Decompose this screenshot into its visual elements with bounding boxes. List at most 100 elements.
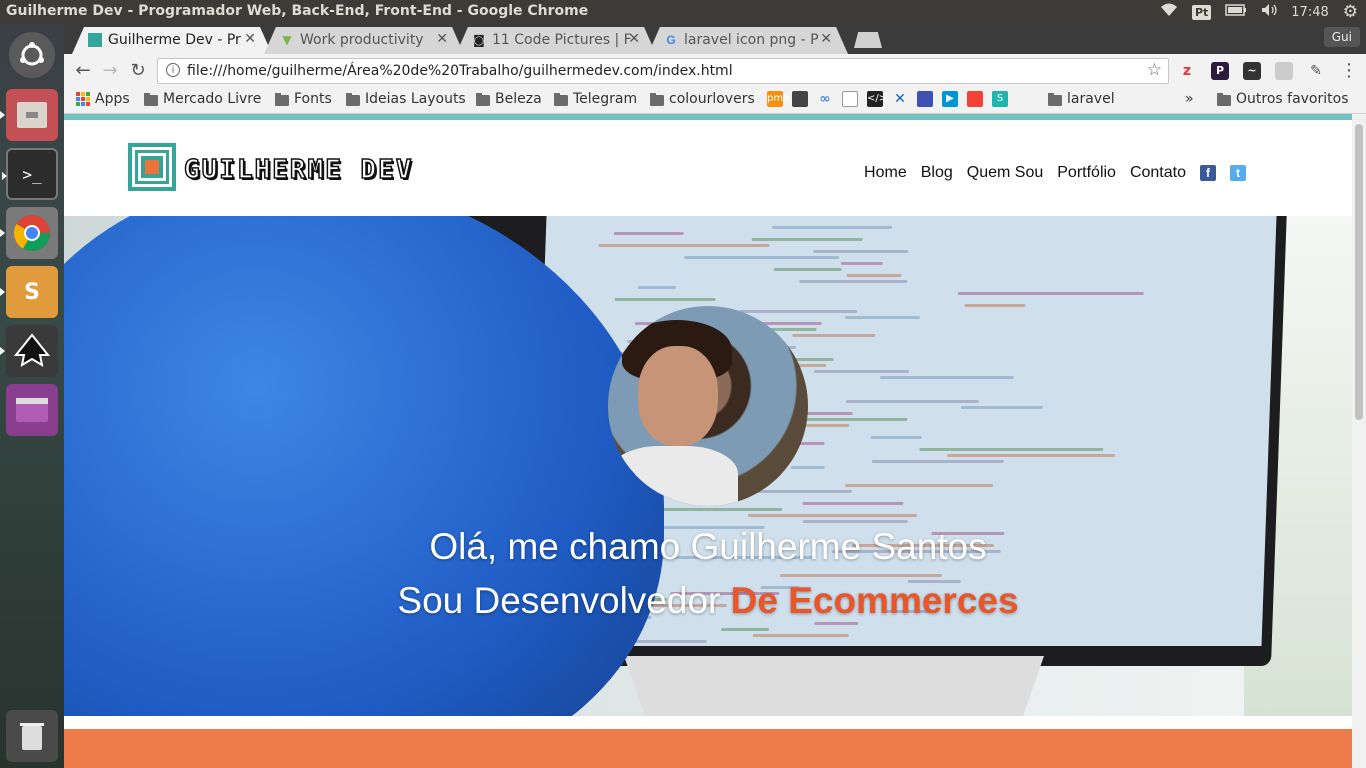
avatar-bookmark-icon[interactable] <box>792 91 808 107</box>
hero-tagline: Sou Desenvolvedor De Ecommerces <box>64 580 1352 622</box>
logo-maze-icon[interactable] <box>128 143 176 191</box>
bookmark-label: Outros favoritos <box>1236 91 1349 107</box>
hero-tagline-prefix: Sou Desenvolvedor <box>397 580 721 621</box>
reload-button[interactable]: ↻ <box>127 60 149 82</box>
page-icon[interactable] <box>842 91 858 107</box>
chrome-menu-icon[interactable]: ⋮ <box>1340 60 1358 81</box>
bookmark-star-icon[interactable]: ☆ <box>1147 60 1162 80</box>
scrollbar-thumb[interactable] <box>1355 124 1363 420</box>
hero-banner: Olá, me chamo Guilherme Santos Sou Desen… <box>64 216 1352 716</box>
extension-eyedropper-icon[interactable]: ✎ <box>1307 62 1325 80</box>
bookmark-label: Mercado Livre <box>163 91 262 107</box>
tab-label: laravel icon png - P <box>684 32 819 48</box>
sublime-text-icon[interactable]: S <box>0 266 58 318</box>
keyboard-layout-indicator[interactable]: Pt <box>1191 4 1212 20</box>
bookmark-folder-mercado-livre[interactable]: Mercado Livre <box>144 91 261 107</box>
hero-greeting: Olá, me chamo Guilherme Santos <box>429 526 987 567</box>
ubuntu-dash-icon[interactable] <box>9 32 55 78</box>
play-icon[interactable]: ▶ <box>942 91 958 107</box>
hero-monitor-stand <box>624 656 1044 716</box>
bookmark-label: colourlovers <box>669 91 755 107</box>
tab-strip: Guilherme Dev - Pr ✕ ▼ Work productivity… <box>64 24 1366 54</box>
volume-icon[interactable] <box>1261 3 1277 21</box>
unity-launcher: >_ S <box>0 24 64 768</box>
info-icon[interactable]: i <box>166 63 180 77</box>
inkscape-icon[interactable] <box>0 325 58 377</box>
files-icon[interactable] <box>0 89 58 141</box>
url-text[interactable]: file:///home/guilherme/Área%20de%20Traba… <box>187 63 733 79</box>
extension-window-icon[interactable] <box>1275 62 1293 80</box>
bookmark-folder-other[interactable]: Outros favoritos <box>1217 91 1349 107</box>
folder-icon <box>1048 92 1062 106</box>
nav-portfolio[interactable]: Portfólio <box>1057 164 1116 182</box>
page-scrollbar[interactable] <box>1352 114 1366 768</box>
tab-guilherme-dev[interactable]: Guilherme Dev - Pr ✕ <box>72 27 272 54</box>
x-logo-icon[interactable]: ✕ <box>892 91 908 107</box>
popcorn-icon[interactable] <box>967 91 983 107</box>
trash-icon[interactable] <box>6 710 58 762</box>
google-icon: G <box>666 33 676 47</box>
profile-button[interactable]: Gui <box>1323 27 1360 47</box>
forward-button[interactable]: → <box>99 60 121 82</box>
shield-icon[interactable] <box>917 91 933 107</box>
folder-icon <box>476 92 490 106</box>
bookmark-folder-telegram[interactable]: Telegram <box>554 91 637 107</box>
nav-home[interactable]: Home <box>864 164 907 182</box>
folder-icon <box>144 92 158 106</box>
address-bar[interactable]: i file:///home/guilherme/Área%20de%20Tra… <box>157 58 1169 84</box>
workspace-switcher-icon[interactable] <box>6 384 58 436</box>
twitter-icon[interactable]: t <box>1230 165 1246 181</box>
hero-person-hoodie <box>64 216 664 716</box>
main-nav: Home Blog Quem Sou Portfólio Contato f t <box>864 164 1246 182</box>
tab-laravel-icon[interactable]: G laravel icon png - P ✕ <box>648 27 848 54</box>
bookmarks-overflow-button[interactable]: » <box>1185 91 1194 107</box>
terminal-icon[interactable]: >_ <box>2 148 58 200</box>
nav-quem-sou[interactable]: Quem Sou <box>967 164 1043 182</box>
camera-icon: ◙ <box>473 33 485 47</box>
close-icon[interactable]: ✕ <box>628 31 640 47</box>
folder-icon <box>275 92 289 106</box>
site-header: GUILHERME DEV Home Blog Quem Sou Portfól… <box>64 120 1352 216</box>
close-icon[interactable]: ✕ <box>436 31 448 47</box>
envato-favicon-icon: ▼ <box>282 33 292 47</box>
battery-icon[interactable] <box>1225 4 1247 20</box>
facebook-icon[interactable]: f <box>1200 165 1216 181</box>
bookmark-label: Beleza <box>495 91 542 107</box>
bookmark-apps[interactable]: Apps <box>76 91 130 107</box>
bookmark-label: laravel <box>1067 91 1115 107</box>
extension-z-icon[interactable]: z <box>1178 62 1196 80</box>
close-icon[interactable]: ✕ <box>820 31 832 47</box>
bookmark-label: Fonts <box>294 91 332 107</box>
system-top-panel: Guilherme Dev - Programador Web, Back-En… <box>0 0 1366 24</box>
guilherme-dev-favicon-icon <box>88 33 102 47</box>
tab-work-productivity[interactable]: ▼ Work productivity ✕ <box>264 27 464 54</box>
extension-chart-icon[interactable]: ~ <box>1243 62 1261 80</box>
clock[interactable]: 17:48 <box>1291 5 1328 20</box>
s-icon[interactable]: S <box>992 91 1008 107</box>
nav-contato[interactable]: Contato <box>1130 164 1186 182</box>
folder-icon <box>1217 92 1231 106</box>
infinity-icon[interactable]: ∞ <box>817 91 833 107</box>
extension-p-icon[interactable]: P <box>1211 62 1229 80</box>
window-title: Guilherme Dev - Programador Web, Back-En… <box>6 3 589 19</box>
bookmark-label: Apps <box>95 91 130 107</box>
chrome-icon[interactable] <box>0 207 58 259</box>
wifi-icon[interactable] <box>1160 3 1178 21</box>
phpmyadmin-icon[interactable]: pma <box>767 91 789 107</box>
folder-icon <box>650 92 664 106</box>
new-tab-button[interactable] <box>854 32 882 48</box>
logo-text[interactable]: GUILHERME DEV <box>183 154 414 186</box>
nav-blog[interactable]: Blog <box>921 164 953 182</box>
hero-tagline-accent: De Ecommerces <box>730 580 1019 621</box>
back-button[interactable]: ← <box>72 60 94 82</box>
tab-code-pictures[interactable]: ◙ 11 Code Pictures | F ✕ <box>456 27 656 54</box>
bookmark-folder-laravel[interactable]: laravel <box>1048 91 1115 107</box>
bookmark-folder-beleza[interactable]: Beleza <box>476 91 542 107</box>
close-icon[interactable]: ✕ <box>244 31 256 47</box>
bookmark-folder-ideias-layouts[interactable]: Ideias Layouts <box>346 91 466 107</box>
tab-label: Guilherme Dev - Pr <box>108 32 241 48</box>
bookmark-folder-fonts[interactable]: Fonts <box>275 91 332 107</box>
code-icon[interactable]: </> <box>867 91 887 107</box>
gear-icon[interactable]: ⚙ <box>1343 2 1358 22</box>
bookmark-folder-colourlovers[interactable]: colourlovers <box>650 91 755 107</box>
